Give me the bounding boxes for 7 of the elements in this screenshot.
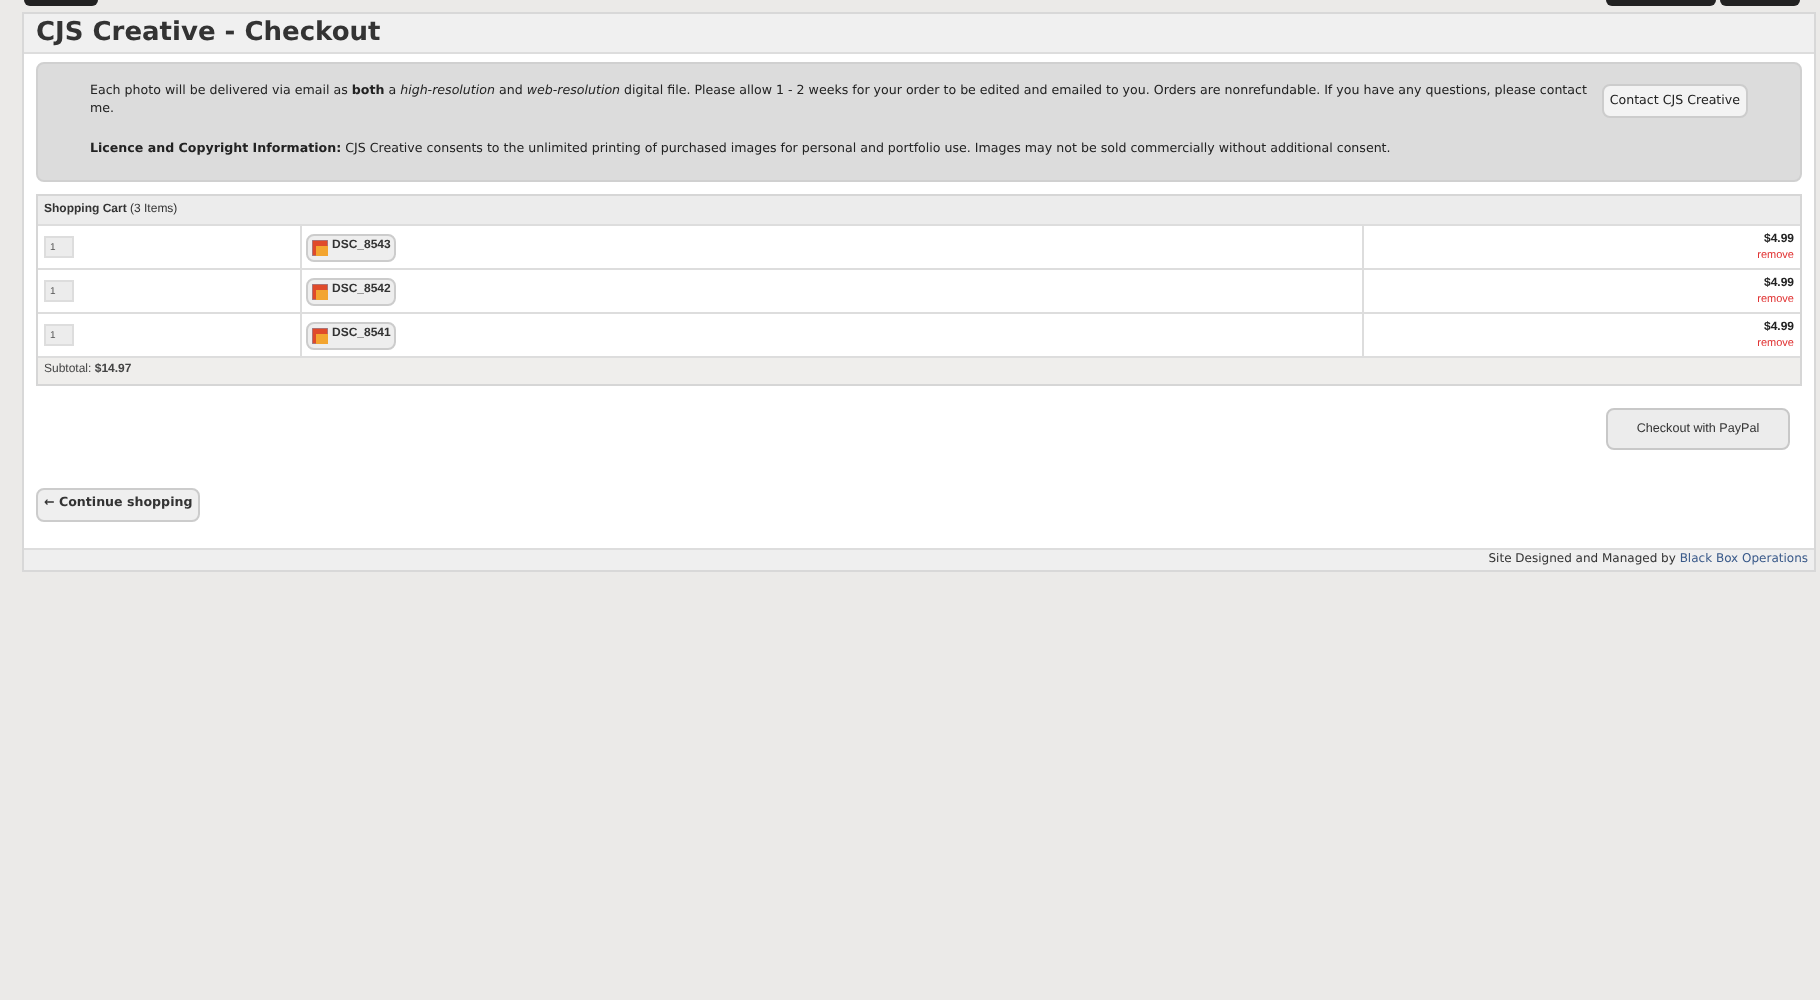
photo-icon [312,239,328,256]
page-title: CJS Creative - Checkout [36,20,381,46]
nav-tab[interactable] [1720,0,1800,6]
nav-tab[interactable] [24,0,98,6]
nav-tab[interactable] [1606,0,1716,6]
photo-icon [312,283,328,300]
photo-icon [312,327,328,344]
